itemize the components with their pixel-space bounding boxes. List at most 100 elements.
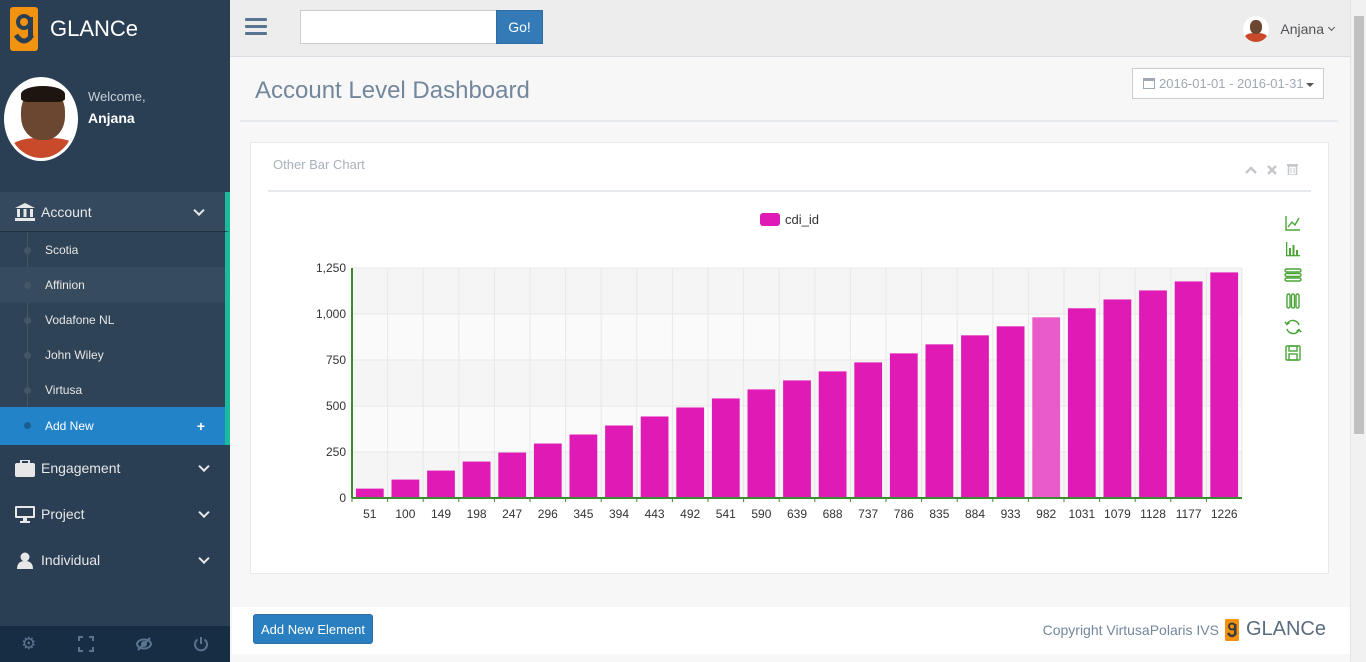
bar — [711, 398, 740, 498]
bar — [961, 335, 989, 498]
x-tick-label: 933 — [1001, 507, 1021, 521]
tiled-icon[interactable] — [1283, 288, 1303, 314]
account-submenu: Scotia Affinion Vodafone NL John Wiley V… — [0, 232, 230, 445]
chevron-down-icon — [198, 506, 210, 519]
sidebar-item-label: Vodafone NL — [45, 312, 115, 327]
menu-toggle-icon[interactable] — [245, 18, 267, 36]
brand[interactable]: GLANCe — [0, 0, 230, 57]
sidebar-footer: ⚙ — [0, 626, 230, 662]
chart-panel: Other Bar Chart cdi_id 0 250 500 750 1,0… — [250, 142, 1329, 574]
close-icon[interactable] — [1267, 163, 1277, 178]
x-tick-label: 296 — [538, 507, 558, 521]
bar — [533, 443, 562, 498]
trash-icon[interactable] — [1287, 163, 1298, 178]
x-tick-label: 492 — [680, 507, 700, 521]
bar — [854, 362, 883, 498]
sidebar-item-label: Virtusa — [45, 382, 83, 397]
side-menu: Account Scotia Affinion Vodafone NL John… — [0, 192, 230, 583]
bar — [1067, 308, 1096, 498]
settings-icon[interactable]: ⚙ — [20, 634, 38, 653]
bar — [605, 425, 633, 498]
sidebar-item-scotia[interactable]: Scotia — [0, 232, 225, 267]
chevron-down-icon — [198, 460, 210, 473]
y-tick-label: 750 — [326, 353, 346, 367]
y-tick-label: 500 — [326, 399, 346, 413]
x-tick-label: 443 — [645, 507, 665, 521]
menu-account[interactable]: Account — [0, 192, 230, 232]
stack-icon[interactable] — [1283, 262, 1303, 288]
sidebar-item-add-new[interactable]: Add New + — [0, 407, 225, 445]
page-scrollbar[interactable] — [1350, 0, 1366, 662]
search-input[interactable] — [300, 10, 496, 44]
copyright: Copyright VirtusaPolaris IVS GLANCe — [1043, 618, 1326, 641]
menu-engagement[interactable]: Engagement — [0, 445, 230, 491]
search-go-button[interactable]: Go! — [496, 10, 543, 44]
bar — [996, 326, 1025, 498]
profile-panel: Welcome, Anjana — [0, 57, 230, 192]
panel-title: Other Bar Chart — [273, 157, 365, 172]
x-tick-label: 100 — [395, 507, 415, 521]
x-tick-label: 590 — [751, 507, 771, 521]
logout-icon[interactable] — [192, 635, 210, 653]
bar — [925, 344, 954, 498]
save-image-icon[interactable] — [1283, 340, 1303, 366]
bar — [1139, 290, 1167, 498]
calendar-icon — [1143, 78, 1155, 89]
legend-label: cdi_id — [785, 212, 819, 227]
bar — [1032, 317, 1061, 498]
user-menu[interactable]: Anjana — [1243, 16, 1336, 42]
x-tick-label: 1226 — [1211, 507, 1238, 521]
x-tick-label: 884 — [965, 507, 985, 521]
bar — [498, 452, 527, 498]
x-tick-label: 786 — [894, 507, 914, 521]
bar — [676, 407, 705, 498]
x-tick-label: 51 — [363, 507, 377, 521]
menu-individual[interactable]: Individual — [0, 537, 230, 583]
lock-icon[interactable] — [135, 635, 153, 653]
sidebar-item-john-wiley[interactable]: John Wiley — [0, 337, 225, 372]
sidebar-item-affinion[interactable]: Affinion — [0, 267, 225, 302]
chart-legend[interactable]: cdi_id — [760, 212, 819, 227]
panel-tools — [1245, 163, 1298, 178]
bar — [818, 371, 847, 498]
sidebar-item-label: Affinion — [45, 277, 85, 292]
x-tick-label: 639 — [787, 507, 807, 521]
top-navbar: Go! Anjana — [230, 0, 1350, 57]
line-chart-icon[interactable] — [1283, 210, 1303, 236]
bank-icon — [15, 202, 35, 221]
user-name: Anjana — [1280, 21, 1324, 37]
restore-icon[interactable] — [1283, 314, 1303, 340]
chevron-down-icon — [198, 552, 210, 565]
y-tick-label: 250 — [326, 445, 346, 459]
bar — [569, 434, 598, 498]
collapse-icon[interactable] — [1245, 163, 1257, 178]
bar — [1174, 281, 1203, 498]
fullscreen-icon[interactable] — [77, 635, 95, 653]
bar — [783, 380, 811, 498]
divider — [268, 190, 1311, 192]
copyright-text: Copyright VirtusaPolaris IVS — [1042, 621, 1219, 638]
bar-chart-icon[interactable] — [1283, 236, 1303, 262]
plus-icon: + — [196, 418, 205, 434]
chevron-down-icon — [1327, 23, 1336, 32]
x-tick-label: 1031 — [1068, 507, 1095, 521]
y-tick-label: 1,250 — [316, 261, 346, 275]
page-title: Account Level Dashboard — [255, 77, 530, 104]
y-tick-label: 1,000 — [316, 307, 346, 321]
menu-engagement-label: Engagement — [41, 460, 121, 476]
add-new-element-button[interactable]: Add New Element — [253, 614, 373, 644]
sidebar-item-virtusa[interactable]: Virtusa — [0, 372, 225, 407]
glance-logo-icon — [1224, 618, 1240, 641]
menu-project[interactable]: Project — [0, 491, 230, 537]
scrollbar-thumb[interactable] — [1354, 16, 1364, 434]
profile-name: Anjana — [88, 110, 135, 126]
briefcase-icon — [15, 459, 35, 477]
date-range-picker[interactable]: 2016-01-01 - 2016-01-31 — [1132, 68, 1324, 99]
sidebar-item-label: Add New — [45, 419, 94, 433]
x-tick-label: 345 — [573, 507, 593, 521]
sidebar-item-vodafone-nl[interactable]: Vodafone NL — [0, 302, 225, 337]
sidebar-item-label: Scotia — [45, 242, 79, 257]
brand-title: GLANCe — [50, 15, 139, 41]
glance-logo-icon — [10, 6, 38, 51]
sidebar: GLANCe Welcome, Anjana Account Scotia Af… — [0, 0, 230, 662]
